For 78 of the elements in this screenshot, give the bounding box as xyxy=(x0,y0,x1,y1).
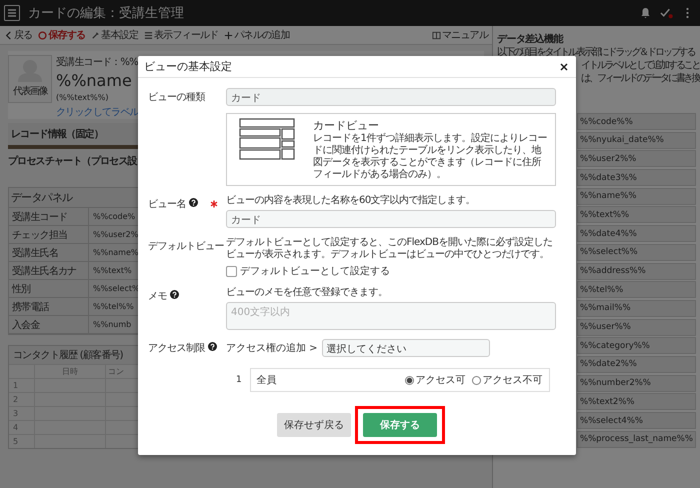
field-hint: ビューの内容を表現した名称を60文字以内で指定します。 xyxy=(226,195,476,207)
check-icon[interactable] xyxy=(660,7,673,19)
table-cell-text: チェック担当 xyxy=(11,228,68,242)
dialog-title: ビューの基本設定 xyxy=(144,59,232,74)
table-cell: %%text% xyxy=(88,262,132,279)
toolbar-button[interactable]: 表示フィールド xyxy=(144,28,218,42)
menu-icon[interactable] xyxy=(4,5,20,21)
field-tag[interactable]: %%code%% xyxy=(577,113,696,130)
help-text: は、フィールドのデータに書き換 xyxy=(581,72,700,85)
table-cell-text: 受講生コード xyxy=(11,210,68,224)
help-text: イトルラベルとして追加すること xyxy=(581,59,700,72)
table-cell-text: 性別 xyxy=(10,282,32,296)
circle-icon xyxy=(38,30,48,40)
image-label: 代表画像 xyxy=(13,84,47,98)
field-tag[interactable]: %%date3%% xyxy=(577,169,696,186)
chevron-left-icon xyxy=(4,30,13,40)
field-hint: デフォルトビューとして設定すると、このFlexDBを開いた際に必ず設定したビューが表示されます。デフォルトビューはビューの中でひとつだけです。 xyxy=(226,237,554,261)
pencil-icon xyxy=(91,30,100,40)
field-hint: ビューのメモを任意で登録できます。 xyxy=(226,287,388,299)
row-number: 1 xyxy=(236,375,242,385)
view-name-field[interactable]: カード xyxy=(226,210,556,228)
manual-link[interactable]: マニュアル xyxy=(432,28,488,42)
toolbar-button[interactable]: パネルの追加 xyxy=(224,28,290,42)
title-field: %%name xyxy=(56,69,132,93)
table-cell-text: 受講生氏名カナ xyxy=(11,264,78,278)
table-cell-text: 入会金 xyxy=(11,318,41,332)
toolbar-button[interactable]: 保存する xyxy=(38,28,86,42)
save-button[interactable]: 保存する xyxy=(363,413,437,437)
row-number: 5 xyxy=(9,435,35,448)
panel-title: コンタクト履歴 (顧客番号) xyxy=(12,348,124,363)
plus-icon xyxy=(224,30,234,40)
cancel-button[interactable]: 保存せず戻る xyxy=(277,413,351,437)
table-cell-text: 受講生氏名 xyxy=(11,246,60,260)
field-tag[interactable]: %%tel%% xyxy=(577,281,696,298)
table-cell: %%numb xyxy=(88,316,132,333)
memo-field[interactable]: 400文字以内 xyxy=(226,302,556,330)
book-icon xyxy=(432,30,441,40)
field-tag[interactable]: %%date2%% xyxy=(577,356,696,373)
field-tag[interactable]: %%process_last_name%% xyxy=(577,430,696,448)
close-icon[interactable] xyxy=(560,62,568,70)
field-tag[interactable]: %%user%% xyxy=(577,318,696,336)
window-title: カードの編集：受講生管理 xyxy=(28,5,184,22)
field-tag[interactable]: %%mail%% xyxy=(577,300,696,317)
field-tag[interactable]: %%address%% xyxy=(577,262,696,280)
help-icon[interactable] xyxy=(189,198,198,207)
view-type-field: カード xyxy=(226,88,556,106)
field-tag[interactable]: %%name%% xyxy=(577,188,696,205)
field-label: メモ xyxy=(148,290,167,303)
bell-icon[interactable] xyxy=(639,7,652,19)
field-tag[interactable]: %%number2%% xyxy=(577,374,696,392)
help-icon[interactable] xyxy=(170,290,179,299)
section-header: プロセスチャート（プロセス設 xyxy=(8,156,137,167)
help-icon[interactable] xyxy=(208,342,217,351)
table-cell-text: 携帯電話 xyxy=(11,300,50,314)
table-cell: %%code% xyxy=(88,208,136,225)
toolbar-button[interactable]: 戻る xyxy=(4,28,32,42)
code-label: 受講生コード：%% xyxy=(56,56,138,69)
field-tag[interactable]: %%select4%% xyxy=(577,412,696,429)
access-select[interactable]: 選択してください xyxy=(322,339,490,357)
default-view-checkbox[interactable]: デフォルトビューとして設定する xyxy=(226,264,556,278)
field-label: ビュー名 xyxy=(148,198,186,211)
table-cell: %%tel%% xyxy=(88,298,134,315)
field-label: アクセス制限 xyxy=(148,342,205,355)
subtitle-field: (%%text%%) xyxy=(56,93,108,102)
field-tag[interactable]: %%nyukai_date%% xyxy=(577,132,696,149)
panel-title: データ差込機能 xyxy=(497,32,564,46)
list-icon xyxy=(144,30,154,40)
field-label: アクセス権の追加 > xyxy=(226,342,318,355)
field-tag[interactable]: %%category%% xyxy=(577,337,696,354)
field-label: ビューの種類 xyxy=(148,90,205,104)
field-tag[interactable]: %%text2%% xyxy=(577,393,696,410)
field-label: デフォルトビュー xyxy=(148,240,224,253)
card-layout-icon xyxy=(239,118,295,160)
field-tag[interactable]: %%select%% xyxy=(577,244,696,261)
field-tag[interactable]: %%date4%% xyxy=(577,225,696,242)
field-tag[interactable]: %%text%% xyxy=(577,206,696,224)
toolbar-button[interactable]: 基本設定 xyxy=(91,28,138,42)
field-tag[interactable]: %%user2%% xyxy=(577,150,696,168)
